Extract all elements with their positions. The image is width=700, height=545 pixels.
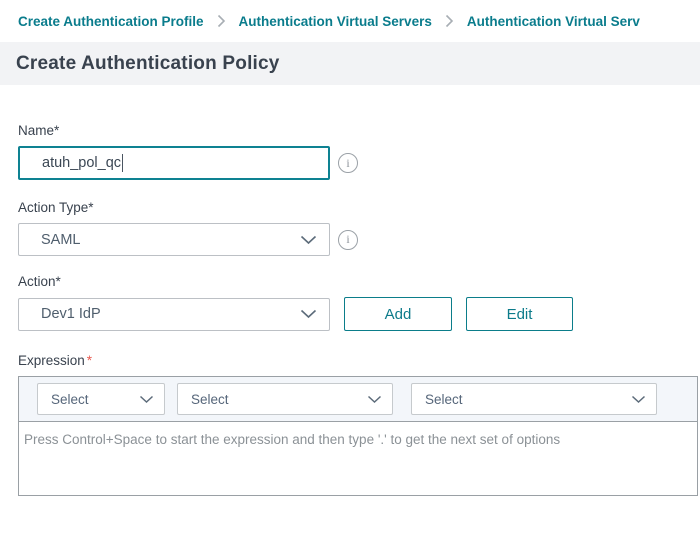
action-field-group: Action* Dev1 IdP Add Edit bbox=[18, 274, 700, 331]
create-authentication-policy-form: Name* atuh_pol_qc i Action Type* SAML i … bbox=[0, 85, 700, 496]
action-select[interactable]: Dev1 IdP bbox=[18, 298, 330, 331]
chevron-down-icon bbox=[300, 309, 317, 319]
expression-label: Expression* bbox=[18, 353, 700, 368]
action-type-field-group: Action Type* SAML i bbox=[18, 200, 700, 256]
expression-label-text: Expression bbox=[18, 353, 85, 368]
expression-select-3[interactable]: Select bbox=[411, 383, 657, 415]
action-type-select[interactable]: SAML bbox=[18, 223, 330, 256]
expression-select-1-value: Select bbox=[51, 392, 139, 407]
name-input[interactable]: atuh_pol_qc bbox=[18, 146, 330, 180]
chevron-down-icon bbox=[367, 395, 382, 404]
expression-editor[interactable]: Press Control+Space to start the express… bbox=[19, 422, 697, 495]
info-icon[interactable]: i bbox=[338, 153, 358, 173]
info-icon[interactable]: i bbox=[338, 230, 358, 250]
action-selected-value: Dev1 IdP bbox=[41, 306, 300, 322]
expression-select-2[interactable]: Select bbox=[177, 383, 393, 415]
name-label: Name* bbox=[18, 123, 700, 138]
breadcrumb: Create Authentication Profile Authentica… bbox=[0, 0, 700, 42]
name-input-value: atuh_pol_qc bbox=[42, 155, 121, 171]
page-title: Create Authentication Policy bbox=[16, 53, 280, 75]
expression-select-1[interactable]: Select bbox=[37, 383, 165, 415]
expression-builder: Select Select Select bbox=[18, 376, 698, 496]
action-type-selected-value: SAML bbox=[41, 232, 300, 248]
chevron-down-icon bbox=[300, 235, 317, 245]
required-asterisk: * bbox=[87, 353, 92, 368]
text-caret bbox=[122, 154, 123, 172]
name-field-group: Name* atuh_pol_qc i bbox=[18, 123, 700, 180]
action-type-label: Action Type* bbox=[18, 200, 700, 215]
page-header: Create Authentication Policy bbox=[0, 42, 700, 85]
breadcrumb-item-create-authentication-profile[interactable]: Create Authentication Profile bbox=[18, 14, 204, 29]
breadcrumb-separator-icon bbox=[445, 14, 454, 28]
add-button[interactable]: Add bbox=[344, 297, 452, 331]
expression-select-3-value: Select bbox=[425, 392, 631, 407]
expression-editor-placeholder: Press Control+Space to start the express… bbox=[24, 432, 560, 447]
expression-field-group: Expression* Select Select Select bbox=[18, 353, 700, 496]
breadcrumb-item-authentication-virtual-servers[interactable]: Authentication Virtual Servers bbox=[239, 14, 432, 29]
breadcrumb-item-authentication-virtual-serv[interactable]: Authentication Virtual Serv bbox=[467, 14, 640, 29]
action-label: Action* bbox=[18, 274, 700, 289]
expression-toolbar: Select Select Select bbox=[19, 377, 697, 422]
edit-button[interactable]: Edit bbox=[466, 297, 573, 331]
expression-select-2-value: Select bbox=[191, 392, 367, 407]
chevron-down-icon bbox=[631, 395, 646, 404]
breadcrumb-separator-icon bbox=[217, 14, 226, 28]
chevron-down-icon bbox=[139, 395, 154, 404]
